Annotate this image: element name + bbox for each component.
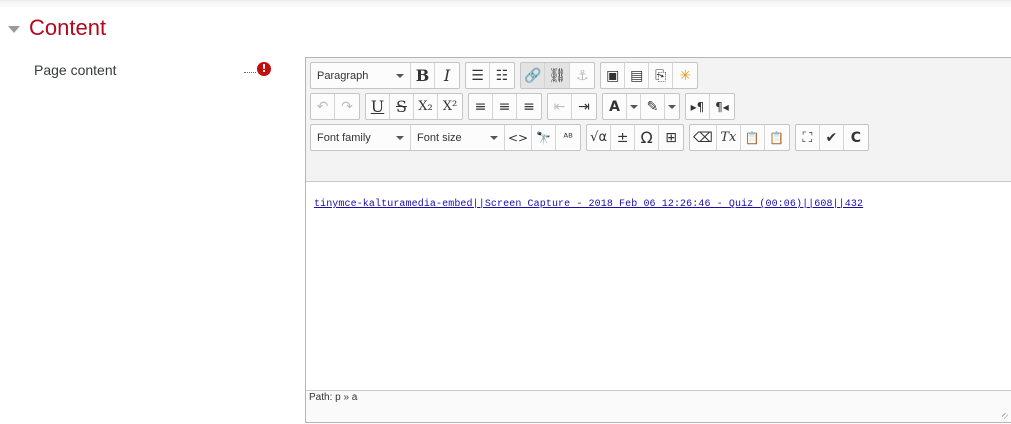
format-group: Paragraph B I (310, 62, 460, 89)
manage-files-icon[interactable]: ⎘ (649, 63, 674, 88)
indent-group: ⇤ ⇥ (547, 93, 597, 120)
font-color-icon[interactable]: A (603, 94, 627, 119)
insert-group: ▣ ▤ ⎘ ✳ (600, 62, 699, 89)
section-title: Content (29, 15, 107, 40)
page-content-label: Page content (34, 62, 117, 78)
omega-icon[interactable]: Ω (635, 125, 660, 150)
kaltura-embed-link[interactable]: tinymce-kalturamedia-embed||Screen Captu… (314, 199, 863, 210)
text-style-group: U S X₂ X² (365, 93, 463, 120)
chevron-down-icon (490, 135, 498, 140)
chevron-down-icon (396, 135, 404, 140)
element-path: Path: p » a (309, 392, 358, 403)
outdent-icon[interactable]: ⇤ (548, 94, 572, 119)
anchor-icon[interactable]: ⚓ (570, 63, 594, 88)
font-group: Font family Font size <> 🔭 ᴬᴮ (310, 124, 582, 151)
font-family-select[interactable]: Font family (311, 125, 411, 150)
numbered-list-button[interactable]: ☷ (490, 63, 514, 88)
font-size-label: Font size (417, 131, 462, 144)
align-right-icon[interactable]: ≡ (517, 94, 541, 119)
fullscreen-icon[interactable]: ⛶ (796, 125, 820, 150)
paste-text-icon[interactable]: 📋 (741, 125, 765, 150)
superscript-button[interactable]: X² (438, 94, 462, 119)
editor-toolbars: Paragraph B I ☰ ☷ 🔗 ⛓ ⚓ ▣ ▤ ⎘ ✳ ↶ ↷ U S … (306, 58, 1011, 182)
color-group: A ✎ (602, 93, 680, 120)
media-icon[interactable]: ▤ (625, 63, 650, 88)
paste-word-icon[interactable]: 📋 (765, 125, 789, 150)
toolbar-row-2: ↶ ↷ U S X₂ X² ≡ ≡ ≡ ⇤ ⇥ A ✎ ▸¶ ¶◂ (310, 91, 1011, 122)
rich-text-editor: Paragraph B I ☰ ☷ 🔗 ⛓ ⚓ ▣ ▤ ⎘ ✳ ↶ ↷ U S … (305, 57, 1011, 423)
rtl-icon[interactable]: ¶◂ (710, 94, 734, 119)
undo-icon[interactable]: ↶ (311, 94, 335, 119)
emoji-icon[interactable]: ✳ (673, 63, 697, 88)
align-left-icon[interactable]: ≡ (469, 94, 493, 119)
underline-button[interactable]: U (366, 94, 390, 119)
bullet-list-button[interactable]: ☰ (466, 63, 490, 88)
more-tools-icon[interactable]: C (844, 125, 868, 150)
redo-icon[interactable]: ↷ (335, 94, 359, 119)
direction-group: ▸¶ ¶◂ (685, 93, 735, 120)
align-group: ≡ ≡ ≡ (468, 93, 542, 120)
background-color-icon[interactable]: ✎ (641, 94, 665, 119)
equation-icon[interactable]: √α (587, 125, 612, 150)
align-center-icon[interactable]: ≡ (493, 94, 517, 119)
accessibility-checker-icon[interactable]: ✔ (820, 125, 844, 150)
toolbar-row-1: Paragraph B I ☰ ☷ 🔗 ⛓ ⚓ ▣ ▤ ⎘ ✳ (310, 60, 1011, 91)
list-group: ☰ ☷ (465, 62, 515, 89)
chevron-down-icon (629, 104, 638, 109)
clear-format-icon[interactable]: ⌫ (690, 125, 717, 150)
link-icon[interactable]: 🔗 (521, 63, 546, 88)
editor-statusbar: Path: p » a (306, 390, 1011, 422)
paragraph-select[interactable]: Paragraph (311, 63, 411, 88)
italic-button[interactable]: I (435, 63, 459, 88)
spellcheck-icon[interactable]: ᴬᴮ (556, 125, 580, 150)
tools-group: ⛶ ✔ C (794, 124, 869, 151)
ltr-icon[interactable]: ▸¶ (686, 94, 710, 119)
chevron-down-icon (668, 104, 676, 109)
history-group: ↶ ↷ (310, 93, 360, 120)
exclamation-required-icon: ! (257, 62, 271, 76)
font-size-select[interactable]: Font size (411, 125, 505, 150)
required-dots (244, 72, 256, 73)
remove-format-icon[interactable]: Tx (717, 125, 741, 150)
strikethrough-button[interactable]: S (390, 94, 414, 119)
insert-special-group: √α ± Ω ⊞ (586, 124, 685, 151)
subscript-button[interactable]: X₂ (414, 94, 438, 119)
caret-down-icon[interactable] (8, 25, 20, 33)
find-replace-icon[interactable]: 🔭 (532, 125, 557, 150)
indent-icon[interactable]: ⇥ (572, 94, 596, 119)
special-char-plus-icon[interactable]: ± (611, 125, 636, 150)
chevron-down-icon (396, 73, 404, 78)
toolbar-row-3: Font family Font size <> 🔭 ᴬᴮ √α ± Ω ⊞ ⌫ (310, 122, 1011, 153)
link-group: 🔗 ⛓ ⚓ (520, 62, 596, 89)
source-code-icon[interactable]: <> (505, 125, 533, 150)
resize-grip-icon[interactable] (1002, 413, 1008, 419)
unlink-icon[interactable]: ⛓ (545, 63, 571, 88)
top-divider (0, 0, 1011, 9)
required-indicator: ! (244, 62, 271, 76)
font-family-label: Font family (317, 131, 371, 144)
bold-button[interactable]: B (411, 63, 435, 88)
clean-group: ⌫ Tx 📋 📋 (689, 124, 790, 151)
section-header-content[interactable]: Content (8, 16, 106, 40)
background-color-dropdown[interactable] (665, 94, 679, 119)
font-color-dropdown[interactable] (627, 94, 641, 119)
table-icon[interactable]: ⊞ (659, 125, 683, 150)
image-icon[interactable]: ▣ (601, 63, 626, 88)
editor-content-area[interactable]: tinymce-kalturamedia-embed||Screen Captu… (306, 182, 1011, 390)
paragraph-select-label: Paragraph (317, 69, 369, 82)
